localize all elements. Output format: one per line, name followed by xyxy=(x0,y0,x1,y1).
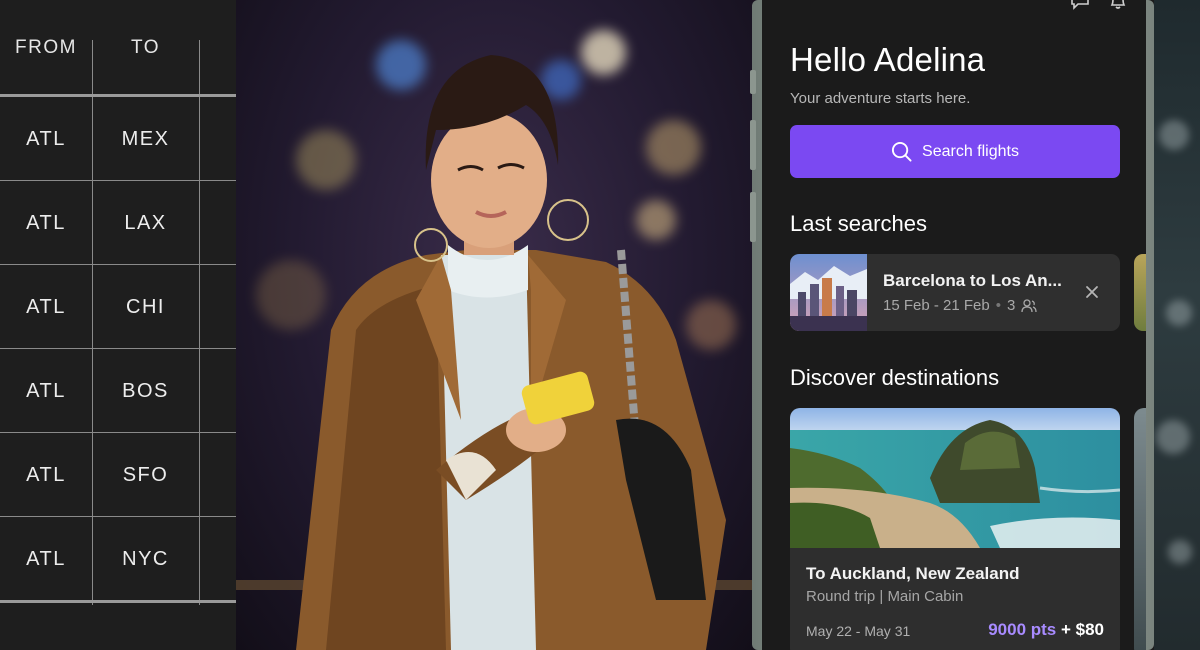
route-row: ATL SFO xyxy=(0,433,236,517)
destination-dates: May 22 - May 31 xyxy=(806,623,911,639)
route-from: ATL xyxy=(26,547,66,570)
last-searches-heading: Last searches xyxy=(790,211,927,236)
last-search-title: Barcelona to Los An... xyxy=(883,271,1062,290)
people-icon xyxy=(1021,298,1037,312)
woman-with-phone-illustration xyxy=(236,55,756,650)
route-from: ATL xyxy=(26,211,66,234)
route-to: CHI xyxy=(126,295,165,318)
last-search-meta: 15 Feb - 21 Feb • 3 xyxy=(883,297,1037,314)
route-from: ATL xyxy=(26,379,66,402)
phone-side-button xyxy=(750,192,756,242)
destination-card[interactable]: To Auckland, New Zealand Round trip | Ma… xyxy=(790,408,1120,650)
bell-icon[interactable] xyxy=(1108,0,1128,10)
next-destination-card-peek[interactable] xyxy=(1134,408,1146,650)
next-search-card-peek[interactable] xyxy=(1134,254,1146,331)
destination-points: 9000 pts xyxy=(988,620,1057,639)
route-from: ATL xyxy=(26,127,66,150)
chat-icon[interactable] xyxy=(1070,0,1090,10)
close-icon[interactable] xyxy=(1082,282,1102,302)
header-icons xyxy=(1070,0,1128,10)
route-from: ATL xyxy=(26,295,66,318)
destination-details: To Auckland, New Zealand Round trip | Ma… xyxy=(790,548,1120,650)
last-search-card[interactable]: Barcelona to Los An... 15 Feb - 21 Feb •… xyxy=(790,254,1120,331)
route-to: BOS xyxy=(122,379,169,402)
route-row: ATL CHI xyxy=(0,265,236,349)
phone-side-button xyxy=(750,120,756,170)
route-to: LAX xyxy=(124,211,167,234)
discover-heading: Discover destinations xyxy=(790,365,1000,390)
barcelona-thumbnail xyxy=(790,254,867,331)
last-search-dates: 15 Feb - 21 Feb xyxy=(883,297,990,314)
destination-title: To Auckland, New Zealand xyxy=(806,564,1020,583)
background-strip xyxy=(1154,0,1200,650)
route-to: MEX xyxy=(121,127,170,150)
search-flights-button[interactable]: Search flights xyxy=(790,125,1120,178)
destination-price: 9000 pts + $80 xyxy=(988,620,1104,640)
greeting-title: Hello Adelina xyxy=(790,41,986,78)
route-row: ATL BOS xyxy=(0,349,236,433)
route-row: ATL LAX xyxy=(0,181,236,265)
destination-trip-type: Round trip | Main Cabin xyxy=(806,588,964,605)
destination-cash: + $80 xyxy=(1060,620,1104,639)
last-search-travelers: 3 xyxy=(1007,297,1016,314)
route-to: NYC xyxy=(122,547,169,570)
app-screen: Hello Adelina Your adventure starts here… xyxy=(762,0,1146,650)
footer-rule xyxy=(0,600,236,603)
route-board: FROM TO ATL MEX ATL LAX ATL CHI ATL BOS … xyxy=(0,0,236,650)
greeting-subtitle: Your adventure starts here. xyxy=(790,90,971,107)
route-to: SFO xyxy=(122,463,169,486)
column-header-to: TO xyxy=(130,36,161,58)
route-from: ATL xyxy=(26,463,66,486)
route-row: ATL NYC xyxy=(0,517,236,601)
search-flights-label: Search flights xyxy=(922,142,1019,160)
column-header-from: FROM xyxy=(15,36,77,58)
search-icon xyxy=(891,141,912,162)
phone-side-button xyxy=(750,70,756,94)
traveler-photo xyxy=(236,0,756,650)
meta-separator: • xyxy=(995,297,1001,314)
route-row: ATL MEX xyxy=(0,97,236,181)
auckland-photo xyxy=(790,408,1120,548)
